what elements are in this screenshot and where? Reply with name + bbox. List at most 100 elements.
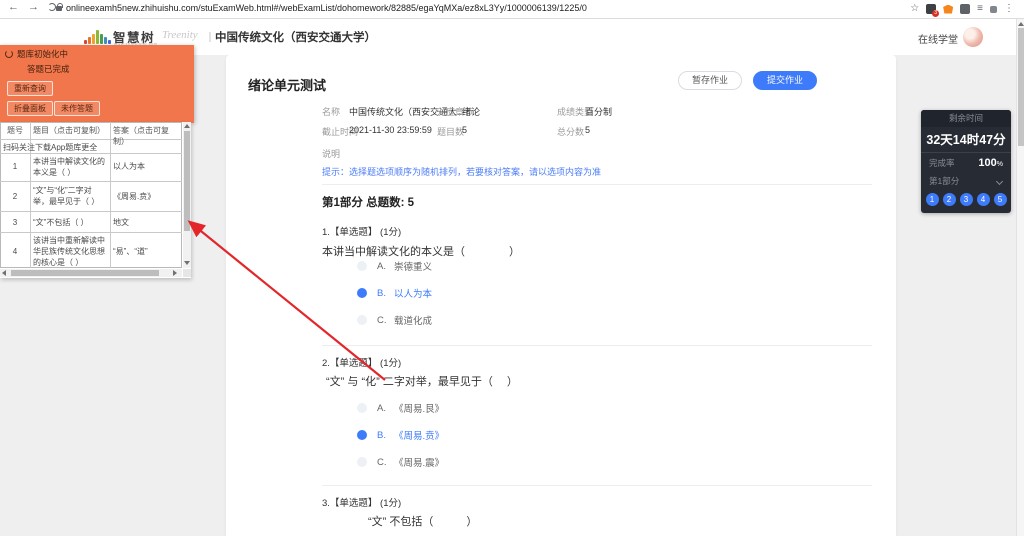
question-1-option-a[interactable]: A. 崇德重义 [357,258,432,274]
option-text: 载道化成 [394,316,433,327]
radio-icon[interactable] [357,403,367,413]
page-scrollbar[interactable] [1016,19,1024,536]
divider [322,184,872,185]
meta-score-label: 总分数 [557,127,585,137]
option-key: B. [377,429,386,441]
table-notice-row[interactable]: 扫码关注下载App题库更全 [0,141,182,156]
answer-table: 题号 题目（点击可复制） 答案（点击可复制） 扫码关注下载App题库更全 1 本… [0,122,191,278]
browser-toolbar-icons: ☆ 3 ≡ ⋮ [910,2,1014,17]
meta-grade-value: 百分制 [585,107,613,117]
question-bank-helper-panel: 题库初始化中 答题已完成 重新查询 折叠面板 未作答题 [0,45,194,123]
vertical-scroll-thumb[interactable] [184,131,190,231]
completion-row: 完成率 100% [921,153,1011,173]
option-text: 《周易.震》 [394,458,445,469]
question-2-option-a[interactable]: A. 《周易.艮》 [357,400,444,416]
screen: ← → onlineexamh5new.zhihuishu.com/stuExa… [0,0,1024,536]
question-nav-4[interactable]: 4 [976,193,990,206]
online-school-link[interactable]: 在线学堂 [918,31,958,46]
back-icon[interactable]: ← [8,1,19,13]
address-bar[interactable]: onlineexamh5new.zhihuishu.com/stuExamWeb… [56,2,856,13]
option-text: 《周易.贲》 [394,431,445,442]
part-selector[interactable]: 第1部分 [921,173,1011,190]
horizontal-scroll-thumb[interactable] [11,270,159,276]
page-scroll-up-icon[interactable] [1018,22,1024,26]
row-2-answer[interactable]: 《周易.贲》 [110,190,182,205]
col-header-question: 题目（点击可复制） [33,126,105,135]
table-vertical-scrollbar[interactable] [183,122,191,268]
question-2-option-b[interactable]: B. 《周易.贲》 [357,427,444,443]
forward-icon[interactable]: → [28,1,39,13]
percent-sign: % [996,161,1003,168]
row-1-answer[interactable]: 以人为本 [110,160,182,175]
question-nav-3[interactable]: 3 [959,193,973,206]
extension-icon-dark[interactable] [960,4,971,14]
url-text[interactable]: onlineexamh5new.zhihuishu.com/stuExamWeb… [66,3,587,13]
question-2-stem: “文” 与 “化” 二字对举，最早见于（ ） [326,376,518,388]
scroll-down-icon[interactable] [184,261,190,265]
exam-card: 绪论单元测试 暂存作业 提交作业 名称 中国传统文化（西安交通大... 对应章节… [226,55,896,536]
radio-icon[interactable] [357,457,367,467]
extension-icon-badged[interactable]: 3 [926,4,940,17]
question-nav-5[interactable]: 5 [993,193,1007,206]
radio-icon[interactable] [357,315,367,325]
option-key: B. [377,287,386,299]
remaining-time-value: 32天14时47分 [921,127,1011,153]
table-horizontal-scrollbar[interactable] [0,269,182,277]
row-3-no: 3 [12,218,18,227]
option-text: 以人为本 [394,289,433,300]
list-extension-icon[interactable]: ≡ [977,4,983,14]
scroll-right-icon[interactable] [173,270,177,276]
divider [322,485,872,486]
col-header-no: 题号 [7,126,23,135]
meta-qcount-value: 5 [462,125,468,135]
browser-nav-buttons: ← → [8,1,56,13]
collapse-panel-button[interactable]: 折叠面板 [7,101,53,116]
padlock-icon [56,2,63,11]
zhihuishu-logo-bars-icon[interactable] [84,28,111,44]
question-1-option-c[interactable]: C. 载道化成 [357,312,432,328]
requery-button[interactable]: 重新查询 [7,81,53,96]
option-text: 《周易.艮》 [394,404,445,415]
meta-chapter-value: 绪论 [462,107,481,117]
radio-selected-icon[interactable] [357,288,367,298]
question-nav-2[interactable]: 2 [942,193,956,206]
option-key: A. [377,260,386,272]
row-2-question[interactable]: “文”与“化”二字对举，最早见于（ ） [30,184,110,210]
remaining-time-label: 剩余时间 [921,110,1011,127]
metamask-fox-icon[interactable] [943,4,954,14]
scroll-left-icon[interactable] [2,270,6,276]
helper-done-text: 答题已完成 [27,64,70,74]
row-4-answer[interactable]: “易”、“道” [110,245,182,260]
user-avatar[interactable] [963,27,983,47]
submit-button[interactable]: 提交作业 [753,71,818,90]
question-1-option-b[interactable]: B. 以人为本 [357,285,432,301]
question-1-header: 1.【单选题】 (1分) [322,227,402,238]
option-text: 崇德重义 [394,262,433,273]
question-2-option-c[interactable]: C. 《周易.震》 [357,454,444,470]
row-3-answer[interactable]: 地文 [110,216,182,231]
question-number-nav: 1 2 3 4 5 [921,190,1011,206]
row-1-question[interactable]: 本讲当中解读文化的本义是（ ） [30,155,110,181]
unanswered-button[interactable]: 未作答题 [54,101,100,116]
bookmark-star-icon[interactable]: ☆ [910,4,919,14]
small-extension-icon[interactable] [990,5,997,13]
scrollbar-corner [183,269,191,277]
radio-icon[interactable] [357,261,367,271]
page-scroll-thumb[interactable] [1018,28,1024,146]
scroll-up-icon[interactable] [184,124,190,128]
browser-menu-icon[interactable]: ⋮ [1004,4,1014,14]
helper-status-text: 题库初始化中 [17,49,69,59]
treenity-logo: Treenity [162,29,198,41]
row-2-no: 2 [12,192,18,201]
question-nav-1[interactable]: 1 [925,193,939,206]
divider [322,345,872,346]
question-3-stem: “文” 不包括（ ） [368,516,478,528]
radio-selected-icon[interactable] [357,430,367,440]
meta-deadline-value: 2021-11-30 23:59:59 [349,125,432,135]
save-draft-button[interactable]: 暂存作业 [678,71,743,90]
reload-icon[interactable] [48,3,56,11]
row-4-question[interactable]: 该讲当中重新解读中华民族传统文化思想的核心是（ ） [30,234,110,270]
row-3-question[interactable]: “文”不包括（ ） [30,216,110,231]
option-key: C. [377,314,387,326]
option-key: C. [377,456,387,468]
